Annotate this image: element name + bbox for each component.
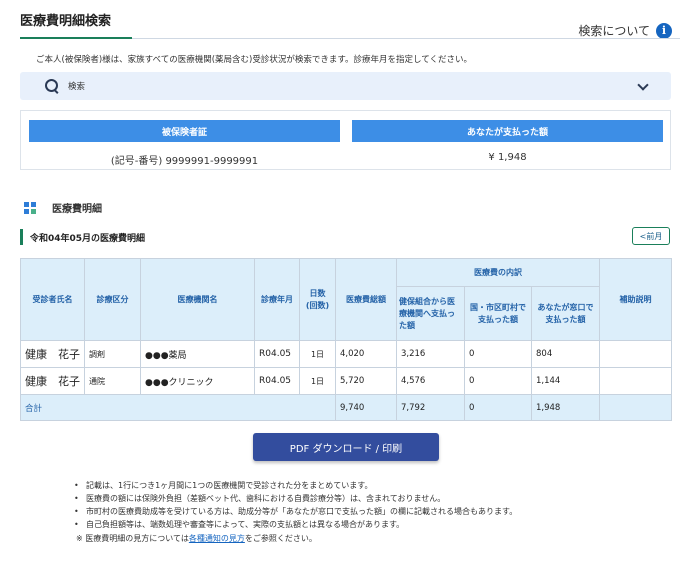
- col-header-days: 日数 (回数): [299, 258, 336, 341]
- col-header-insurer-paid: 健保組合から医療機関へ支払った額: [396, 286, 465, 341]
- info-icon[interactable]: i: [656, 22, 672, 39]
- paid-amount-value: ¥ 1,948: [488, 152, 527, 163]
- page-title: 医療費明細検索: [20, 14, 112, 29]
- cell-municipal-paid: 0: [464, 340, 532, 368]
- table-row: 健康 花子 通院 ●●●クリニック R04.05 1日 5,720 4,576 …: [20, 367, 673, 395]
- note-item: 市町村の医療費助成等を受けている方は、助成分等が「あなたが窓口で支払った額」の欄…: [74, 505, 674, 518]
- note-item: 記載は、1行につき1ヶ月間に1つの医療機関で受診された分をまとめています。: [74, 479, 674, 492]
- note-item: 医療費の額には保険外負担（差額ベット代、歯科における自費診療分等）は、含まれてお…: [74, 492, 674, 505]
- total-label: 合計: [20, 394, 336, 421]
- month-title: 令和04年05月の医療費明細: [20, 229, 145, 245]
- insured-card-summary: 被保険者証 (記号-番号) 9999991-9999991: [29, 120, 340, 167]
- cell-notes: [599, 340, 673, 368]
- grid-icon: [24, 201, 36, 214]
- notice-guide-link[interactable]: 各種通知の見方: [189, 534, 245, 543]
- cell-municipal-paid: 0: [464, 367, 532, 395]
- col-header-month: 診療年月: [254, 258, 300, 341]
- cell-you-paid: 1,144: [530, 367, 601, 395]
- cell-insurer-paid: 3,216: [396, 340, 465, 368]
- col-header-total: 医療費総額: [335, 258, 397, 341]
- insured-card-header: 被保険者証: [29, 120, 340, 142]
- search-help-label[interactable]: 検索について: [578, 22, 650, 39]
- section-title: 医療費明細: [52, 204, 102, 215]
- paid-amount-header: あなたが支払った額: [352, 120, 663, 142]
- col-header-breakdown: 医療費の内訳: [395, 258, 601, 287]
- page-header: 医療費明細検索 検索について i: [20, 8, 680, 40]
- pdf-download-button[interactable]: PDF ダウンロード / 印刷: [253, 433, 439, 461]
- intro-text: ご本人(被保険者)様は、家族すべての医療機関(薬局含む)受診状況が検索できます。…: [36, 55, 472, 65]
- cell-days: 1日: [299, 340, 336, 368]
- cell-total: 4,020: [335, 340, 397, 368]
- search-icon[interactable]: [44, 78, 60, 94]
- total-amount: 9,740: [335, 394, 397, 421]
- notes-list: 記載は、1行につき1ヶ月間に1つの医療機関で受診された分をまとめています。 医療…: [74, 479, 674, 531]
- col-header-notes: 補助説明: [599, 258, 673, 341]
- prev-month-button[interactable]: <前月: [632, 227, 670, 245]
- search-toggle[interactable]: 検索: [20, 72, 671, 100]
- search-label[interactable]: 検索: [68, 80, 85, 92]
- cell-category: 通院: [84, 367, 141, 395]
- total-municipal-paid: 0: [464, 394, 532, 421]
- cell-patient: 健康 花子: [20, 340, 85, 368]
- col-header-patient: 受診者氏名: [20, 258, 85, 341]
- cell-institution: ●●●薬局: [140, 340, 255, 368]
- table-row: 健康 花子 調剤 ●●●薬局 R04.05 1日 4,020 3,216 0 8…: [20, 340, 673, 368]
- col-header-municipal-paid: 国・市区町村で支払った額: [464, 286, 532, 341]
- medical-expense-table: 受診者氏名 診療区分 医療機関名 診療年月 日数 (回数) 医療費総額 医療費の…: [20, 258, 673, 421]
- col-header-category: 診療区分: [84, 258, 141, 341]
- col-header-you-paid: あなたが窓口で支払った額: [530, 286, 601, 341]
- cell-category: 調剤: [84, 340, 141, 368]
- cell-institution: ●●●クリニック: [140, 367, 255, 395]
- section-heading: 医療費明細: [24, 200, 102, 215]
- cell-notes: [599, 367, 673, 395]
- cell-patient: 健康 花子: [20, 367, 85, 395]
- col-header-institution: 医療機関名: [140, 258, 255, 341]
- notes-reference: ※ 医療費明細の見方については各種通知の見方をご参照ください。: [76, 532, 317, 545]
- cell-you-paid: 804: [530, 340, 601, 368]
- notes-reference-suffix: をご参照ください。: [244, 534, 317, 543]
- total-notes: [599, 394, 673, 421]
- paid-amount-summary: あなたが支払った額 ¥ 1,948: [352, 120, 663, 163]
- notes-reference-prefix: ※ 医療費明細の見方については: [76, 534, 189, 543]
- cell-total: 5,720: [335, 367, 397, 395]
- chevron-down-icon[interactable]: [637, 79, 649, 91]
- title-divider-accent: [20, 37, 132, 39]
- cell-insurer-paid: 4,576: [396, 367, 465, 395]
- total-insurer-paid: 7,792: [396, 394, 465, 421]
- cell-month: R04.05: [254, 367, 300, 395]
- summary-box: 被保険者証 (記号-番号) 9999991-9999991 あなたが支払った額 …: [20, 110, 671, 170]
- total-you-paid: 1,948: [530, 394, 601, 421]
- note-item: 自己負担額等は、端数処理や審査等によって、実際の支払額とは異なる場合があります。: [74, 518, 674, 531]
- total-row: 合計 9,740 7,792 0 1,948: [20, 394, 673, 421]
- insured-card-number: (記号-番号) 9999991-9999991: [110, 156, 259, 167]
- cell-month: R04.05: [254, 340, 300, 368]
- cell-days: 1日: [299, 367, 336, 395]
- search-help-link[interactable]: 検索について i: [578, 22, 672, 39]
